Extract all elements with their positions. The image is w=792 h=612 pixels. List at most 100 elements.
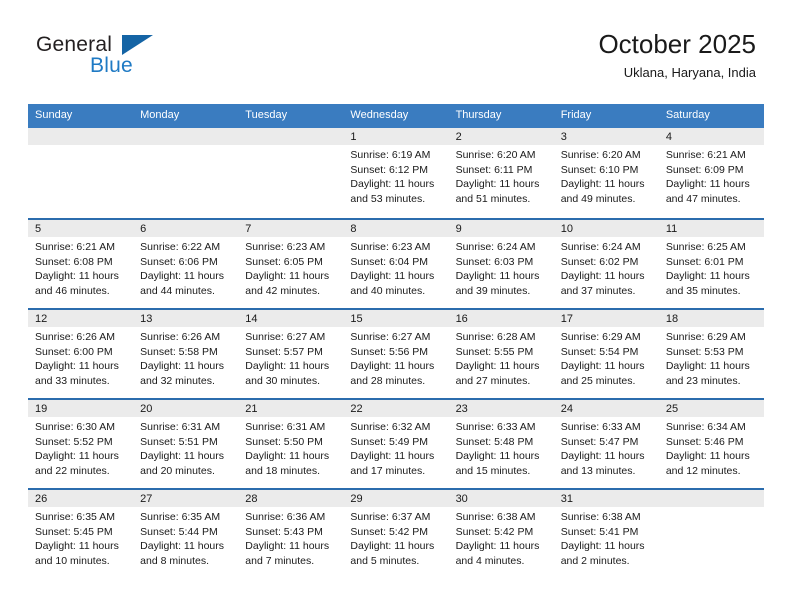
- day-sunset-text: Sunset: 6:12 PM: [350, 163, 429, 176]
- calendar-day-cell[interactable]: 23 Sunrise: 6:33 AM Sunset: 5:48 PM Dayligh…: [448, 400, 554, 488]
- day-sunset-text: Sunset: 5:57 PM: [245, 345, 323, 358]
- day-number: 24: [553, 400, 659, 417]
- day-sunrise-text: Sunrise: 6:22 AM: [140, 241, 221, 253]
- day-sunrise-text: Sunrise: 6:34 AM: [665, 421, 746, 433]
- day-sunset-text: Sunset: 5:58 PM: [140, 345, 218, 358]
- calendar-day-cell[interactable]: 13 Sunrise: 6:26 AM Sunset: 5:58 PM Dayligh…: [133, 310, 239, 398]
- calendar-day-cell[interactable]: 25 Sunrise: 6:34 AM Sunset: 5:46 PM Dayligh…: [658, 400, 764, 488]
- calendar-day-cell[interactable]: 12 Sunrise: 6:26 AM Sunset: 6:00 PM Dayligh…: [28, 310, 134, 398]
- calendar-day-cell[interactable]: 5 Sunrise: 6:21 AM Sunset: 6:08 PM Daylight…: [28, 220, 134, 308]
- calendar-day-cell[interactable]: 30 Sunrise: 6:38 AM Sunset: 5:42 PM Dayligh…: [448, 490, 554, 578]
- day-daylight-line1-text: Daylight: 11 hours: [665, 450, 750, 462]
- day-daylight-line2-text: and 15 minutes.: [455, 464, 531, 477]
- calendar-day-cell[interactable]: 16 Sunrise: 6:28 AM Sunset: 5:55 PM Dayligh…: [448, 310, 554, 398]
- day-sunrise-text: Sunrise: 6:38 AM: [455, 511, 536, 523]
- day-sunset-text: Sunset: 6:08 PM: [35, 255, 113, 268]
- day-number: 4: [658, 128, 764, 145]
- calendar-day-cell-empty: [658, 490, 764, 578]
- calendar-day-cell[interactable]: 7 Sunrise: 6:23 AM Sunset: 6:05 PM Daylight…: [238, 220, 344, 308]
- day-daylight-line2-text: and 42 minutes.: [245, 284, 320, 297]
- day-sunrise-text: Sunrise: 6:26 AM: [140, 331, 221, 343]
- calendar-day-cell[interactable]: 29 Sunrise: 6:37 AM Sunset: 5:42 PM Dayligh…: [343, 490, 449, 578]
- weekday-wednesday: Wednesday: [350, 109, 409, 121]
- day-daylight-line1-text: Daylight: 11 hours: [140, 360, 224, 372]
- day-sun-info: Sunrise: 6:32 AM Sunset: 5:49 PM Daylight:…: [343, 417, 448, 478]
- day-daylight-line1-text: Daylight: 11 hours: [350, 270, 435, 282]
- calendar-day-cell[interactable]: 3 Sunrise: 6:20 AM Sunset: 6:10 PM Daylight…: [553, 128, 659, 218]
- day-daylight-line1-text: Daylight: 11 hours: [245, 270, 330, 282]
- day-sun-info: Sunrise: 6:35 AM Sunset: 5:44 PM Daylight:…: [133, 507, 238, 568]
- calendar-day-cell[interactable]: 1 Sunrise: 6:19 AM Sunset: 6:12 PM Daylight…: [343, 128, 449, 218]
- day-number: 17: [553, 310, 659, 327]
- calendar-day-cell[interactable]: 27 Sunrise: 6:35 AM Sunset: 5:44 PM Dayligh…: [133, 490, 239, 578]
- day-number: [238, 128, 344, 145]
- calendar-day-cell[interactable]: 15 Sunrise: 6:27 AM Sunset: 5:56 PM Dayligh…: [343, 310, 449, 398]
- brand-name-blue: Blue: [90, 54, 133, 77]
- day-daylight-line1-text: Daylight: 11 hours: [35, 450, 119, 462]
- weekday-header-row: Sunday Monday Tuesday Wednesday Thursday…: [28, 104, 764, 128]
- page-header: General Blue October 2025 Uklana, Haryan…: [0, 0, 792, 100]
- day-daylight-line1-text: Daylight: 11 hours: [455, 178, 540, 190]
- calendar-day-cell[interactable]: 21 Sunrise: 6:31 AM Sunset: 5:50 PM Dayligh…: [238, 400, 344, 488]
- day-daylight-line1-text: Daylight: 11 hours: [245, 360, 330, 372]
- calendar-day-cell[interactable]: 9 Sunrise: 6:24 AM Sunset: 6:03 PM Daylight…: [448, 220, 554, 308]
- day-daylight-line1-text: Daylight: 11 hours: [560, 178, 645, 190]
- day-number: 14: [238, 310, 344, 327]
- calendar-day-cell[interactable]: 11 Sunrise: 6:25 AM Sunset: 6:01 PM Dayligh…: [658, 220, 764, 308]
- day-number: 11: [658, 220, 764, 237]
- day-sunrise-text: Sunrise: 6:35 AM: [35, 511, 115, 523]
- calendar-day-cell[interactable]: 6 Sunrise: 6:22 AM Sunset: 6:06 PM Daylight…: [133, 220, 239, 308]
- day-sun-info: Sunrise: 6:20 AM Sunset: 6:11 PM Daylight:…: [449, 145, 554, 206]
- day-daylight-line1-text: Daylight: 11 hours: [455, 540, 540, 552]
- title-block: October 2025 Uklana, Haryana, India: [598, 28, 756, 81]
- day-sunset-text: Sunset: 6:02 PM: [560, 255, 639, 268]
- day-daylight-line1-text: Daylight: 11 hours: [35, 540, 119, 552]
- day-sun-info: Sunrise: 6:26 AM Sunset: 6:00 PM Daylight:…: [28, 327, 133, 388]
- calendar-day-cell[interactable]: 17 Sunrise: 6:29 AM Sunset: 5:54 PM Dayligh…: [553, 310, 659, 398]
- day-number: 18: [658, 310, 764, 327]
- day-sunrise-text: Sunrise: 6:29 AM: [560, 331, 641, 343]
- day-daylight-line2-text: and 12 minutes.: [665, 464, 741, 477]
- day-daylight-line1-text: Daylight: 11 hours: [245, 450, 330, 462]
- calendar-day-cell[interactable]: 8 Sunrise: 6:23 AM Sunset: 6:04 PM Daylight…: [343, 220, 449, 308]
- calendar-day-cell[interactable]: 10 Sunrise: 6:24 AM Sunset: 6:02 PM Dayligh…: [553, 220, 659, 308]
- day-daylight-line1-text: Daylight: 11 hours: [140, 270, 224, 282]
- day-daylight-line2-text: and 4 minutes.: [455, 554, 525, 567]
- calendar-day-cell[interactable]: 19 Sunrise: 6:30 AM Sunset: 5:52 PM Dayligh…: [28, 400, 134, 488]
- day-daylight-line1-text: Daylight: 11 hours: [140, 540, 224, 552]
- day-number: 12: [28, 310, 134, 327]
- brand-logo[interactable]: General Blue: [36, 33, 206, 83]
- day-sunrise-text: Sunrise: 6:26 AM: [35, 331, 115, 343]
- day-sun-info: Sunrise: 6:29 AM Sunset: 5:53 PM Daylight:…: [659, 327, 764, 388]
- day-daylight-line2-text: and 10 minutes.: [35, 554, 110, 567]
- day-number: 27: [133, 490, 239, 507]
- calendar-day-cell[interactable]: 18 Sunrise: 6:29 AM Sunset: 5:53 PM Dayligh…: [658, 310, 764, 398]
- calendar-day-cell[interactable]: 14 Sunrise: 6:27 AM Sunset: 5:57 PM Dayligh…: [238, 310, 344, 398]
- calendar-day-cell[interactable]: 24 Sunrise: 6:33 AM Sunset: 5:47 PM Dayligh…: [553, 400, 659, 488]
- calendar-day-cell[interactable]: 26 Sunrise: 6:35 AM Sunset: 5:45 PM Dayligh…: [28, 490, 134, 578]
- calendar-day-cell-empty: [133, 128, 239, 218]
- day-sunset-text: Sunset: 6:00 PM: [35, 345, 113, 358]
- day-sunset-text: Sunset: 5:50 PM: [245, 435, 323, 448]
- day-daylight-line1-text: Daylight: 11 hours: [350, 450, 435, 462]
- calendar-day-cell[interactable]: 2 Sunrise: 6:20 AM Sunset: 6:11 PM Daylight…: [448, 128, 554, 218]
- calendar-day-cell[interactable]: 22 Sunrise: 6:32 AM Sunset: 5:49 PM Dayligh…: [343, 400, 449, 488]
- day-sun-info: Sunrise: 6:38 AM Sunset: 5:42 PM Daylight:…: [449, 507, 554, 568]
- day-daylight-line1-text: Daylight: 11 hours: [350, 360, 435, 372]
- day-number: 6: [133, 220, 239, 237]
- calendar-day-cell[interactable]: 20 Sunrise: 6:31 AM Sunset: 5:51 PM Dayligh…: [133, 400, 239, 488]
- weekday-tuesday: Tuesday: [245, 109, 288, 121]
- calendar-day-cell[interactable]: 28 Sunrise: 6:36 AM Sunset: 5:43 PM Dayligh…: [238, 490, 344, 578]
- day-number: 23: [448, 400, 554, 417]
- day-sun-info: Sunrise: 6:27 AM Sunset: 5:56 PM Daylight:…: [343, 327, 448, 388]
- day-number: 10: [553, 220, 659, 237]
- day-sunrise-text: Sunrise: 6:27 AM: [350, 331, 431, 343]
- day-daylight-line2-text: and 46 minutes.: [35, 284, 110, 297]
- calendar-day-cell[interactable]: 31 Sunrise: 6:38 AM Sunset: 5:41 PM Dayligh…: [553, 490, 659, 578]
- day-sunrise-text: Sunrise: 6:24 AM: [560, 241, 641, 253]
- calendar-day-cell[interactable]: 4 Sunrise: 6:21 AM Sunset: 6:09 PM Daylight…: [658, 128, 764, 218]
- calendar-grid: Sunday Monday Tuesday Wednesday Thursday…: [28, 104, 764, 578]
- day-daylight-line2-text: and 32 minutes.: [140, 374, 215, 387]
- day-sun-info: Sunrise: 6:33 AM Sunset: 5:47 PM Daylight:…: [554, 417, 659, 478]
- day-number: 22: [343, 400, 449, 417]
